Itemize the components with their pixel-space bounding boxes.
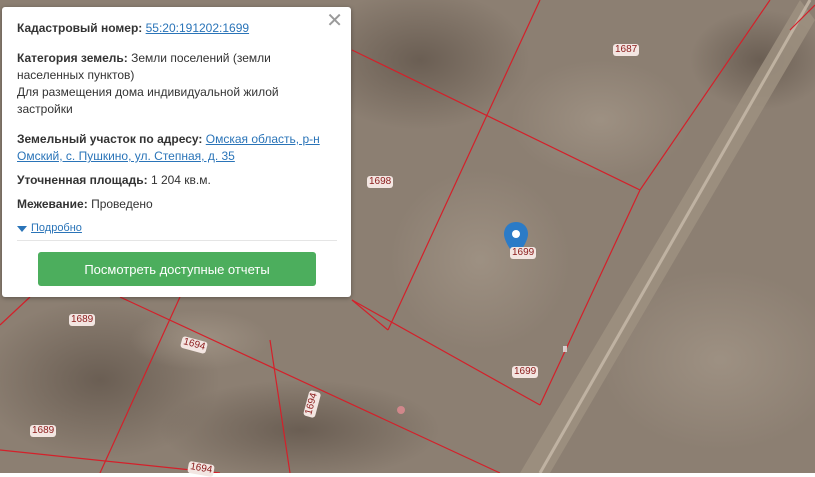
parcel-info-popup: ✕ Кадастровый номер: 55:20:191202:1699 К… xyxy=(2,7,351,297)
parcel-label: 1689 xyxy=(69,314,96,326)
area-value: 1 204 кв.м. xyxy=(150,173,211,187)
cadastral-number-row: Кадастровый номер: 55:20:191202:1699 xyxy=(17,20,337,37)
cadastral-number-label: Кадастровый номер: xyxy=(17,21,143,35)
survey-row: Межевание: Проведено xyxy=(17,196,337,213)
close-icon[interactable]: ✕ xyxy=(326,11,343,31)
parcel-label: 1698 xyxy=(367,176,394,188)
survey-value: Проведено xyxy=(91,197,153,211)
details-toggle[interactable]: Подробно xyxy=(17,220,337,237)
land-category-label: Категория земель: xyxy=(17,51,128,65)
cadastral-number-link[interactable]: 55:20:191202:1699 xyxy=(146,21,249,35)
area-label: Уточненная площадь: xyxy=(17,173,148,187)
caret-down-icon xyxy=(17,225,27,232)
parcel-label: 1689 xyxy=(30,425,57,437)
land-category-row: Категория земель: Земли поселений (земли… xyxy=(17,50,337,118)
survey-label: Межевание: xyxy=(17,197,88,211)
address-label: Земельный участок по адресу: xyxy=(17,132,203,146)
area-row: Уточненная площадь: 1 204 кв.м. xyxy=(17,172,337,189)
view-reports-button[interactable]: Посмотреть доступные отчеты xyxy=(38,252,316,286)
location-dot xyxy=(397,406,405,414)
parcel-label: 1699 xyxy=(512,366,539,378)
parcel-label: 1687 xyxy=(613,44,640,56)
details-link[interactable]: Подробно xyxy=(31,220,82,237)
divider xyxy=(17,240,337,241)
address-row: Земельный участок по адресу: Омская обла… xyxy=(17,131,337,165)
land-use-value: Для размещения дома индивидуальной жилой… xyxy=(17,85,279,116)
parcel-label: 1699 xyxy=(510,247,537,259)
